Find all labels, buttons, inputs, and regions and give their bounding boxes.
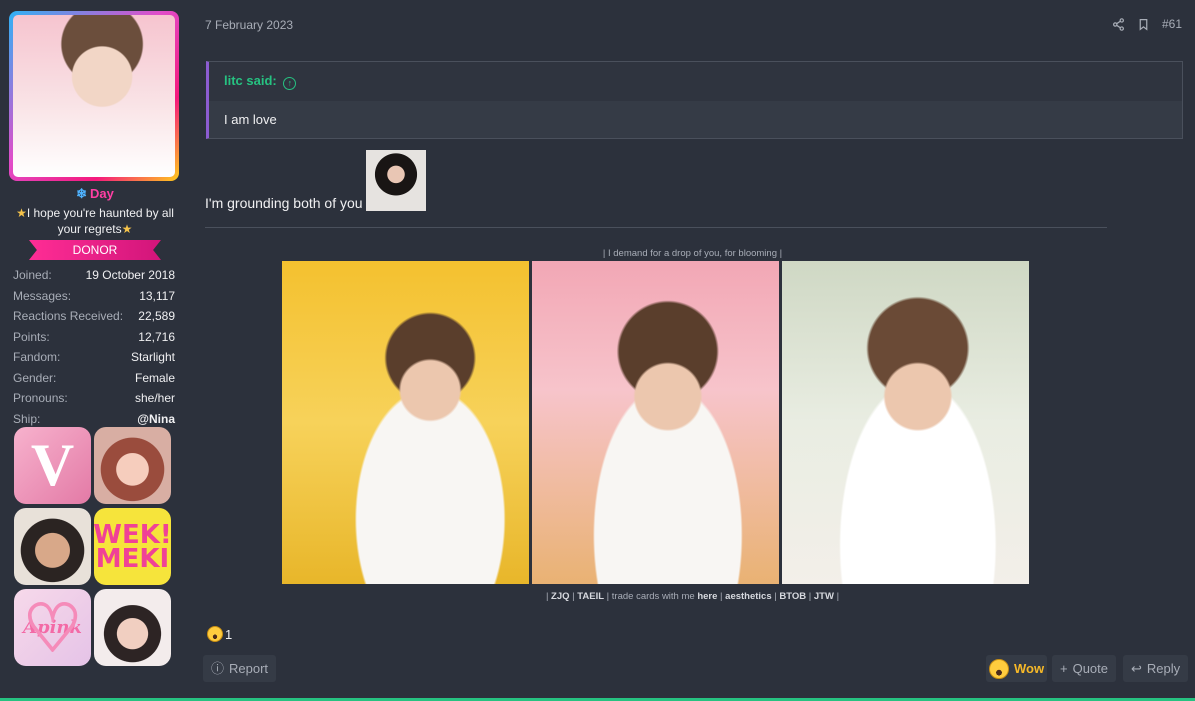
heart-icon: ♡	[22, 589, 83, 666]
post-date[interactable]: 7 February 2023	[205, 18, 293, 32]
avatar-frame[interactable]	[9, 11, 179, 181]
link-zjq[interactable]: ZJQ	[551, 591, 569, 602]
post-body: 7 February 2023 #61 litc said: ↑ I am lo…	[190, 0, 1195, 701]
link-aesthetics[interactable]: aesthetics	[725, 591, 771, 602]
signature-divider	[205, 227, 1107, 228]
badge-apink-logo[interactable]: ♡ Apink	[14, 589, 91, 666]
stat-joined: Joined: 19 October 2018	[13, 268, 175, 282]
stat-reactions: Reactions Received: 22,589	[13, 309, 175, 323]
quote-text: I am love	[224, 112, 277, 127]
signature-image-2	[532, 261, 779, 584]
link-jtw[interactable]: JTW	[814, 591, 834, 602]
signature-links: | ZJQ | TAEIL | trade cards with me here…	[545, 591, 840, 602]
user-sidebar: ❄ Day ★I hope you're haunted by all your …	[0, 0, 190, 701]
link-taeil[interactable]: TAEIL	[577, 591, 604, 602]
quote-button[interactable]: + Quote	[1052, 655, 1117, 682]
username[interactable]: ❄ Day	[0, 186, 190, 202]
badge-portrait-2[interactable]	[14, 508, 91, 585]
badge-wekimeki-logo[interactable]: WEK! MEKI	[94, 508, 171, 585]
stat-fandom: Fandom: Starlight	[13, 350, 175, 364]
stat-pronouns: Pronouns: she/her	[13, 391, 175, 405]
message-text: I'm grounding both of you	[205, 150, 426, 211]
link-here[interactable]: here	[697, 591, 717, 602]
inline-gif[interactable]	[365, 150, 426, 211]
user-stats: Joined: 19 October 2018 Messages: 13,117 R…	[13, 265, 175, 429]
quote-header[interactable]: litc said: ↑	[209, 62, 1182, 101]
reactions-summary[interactable]: 1	[207, 626, 232, 642]
bookmark-icon[interactable]	[1137, 18, 1150, 31]
signature-image-1	[282, 261, 529, 584]
arrow-up-icon[interactable]: ↑	[283, 77, 297, 90]
reply-icon: ↩	[1131, 661, 1142, 676]
quote-block: litc said: ↑ I am love	[206, 61, 1183, 139]
badge-v-logo[interactable]: V	[14, 427, 91, 504]
user-title: ★I hope you're haunted by all your regre…	[16, 206, 174, 236]
signature-image-3	[782, 261, 1029, 584]
stat-messages: Messages: 13,117	[13, 288, 175, 303]
signature-banner	[282, 261, 1029, 584]
post-actions: #61	[1112, 17, 1182, 31]
star-icon: ★	[121, 222, 133, 236]
report-icon: ⓘ	[211, 661, 225, 676]
badge-portrait-3[interactable]	[94, 589, 171, 666]
wow-emoji-icon	[207, 626, 223, 642]
wow-reaction-button[interactable]: Wow	[986, 655, 1048, 682]
post-number[interactable]: #61	[1162, 17, 1182, 31]
donor-banner: DONOR	[29, 240, 161, 260]
star-icon: ★	[16, 206, 27, 220]
plus-icon: +	[1060, 661, 1068, 676]
stat-points: Points: 12,716	[13, 329, 175, 344]
badge-portrait-1[interactable]	[94, 427, 171, 504]
report-button[interactable]: ⓘ Report	[203, 655, 277, 682]
signature-caption: | I demand for a drop of you, for bloomi…	[602, 248, 783, 259]
fandom-badges: V WEK! MEKI ♡ Apink	[14, 427, 174, 666]
snowflake-icon: ❄	[76, 186, 88, 201]
stat-gender: Gender: Female	[13, 370, 175, 385]
wow-emoji-icon	[989, 658, 1009, 679]
share-icon[interactable]	[1112, 17, 1125, 31]
avatar[interactable]	[13, 15, 175, 177]
link-btob[interactable]: BTOB	[779, 591, 806, 602]
reply-button[interactable]: ↩ Reply	[1123, 655, 1189, 682]
stat-ship: Ship: @Nina	[13, 411, 175, 426]
